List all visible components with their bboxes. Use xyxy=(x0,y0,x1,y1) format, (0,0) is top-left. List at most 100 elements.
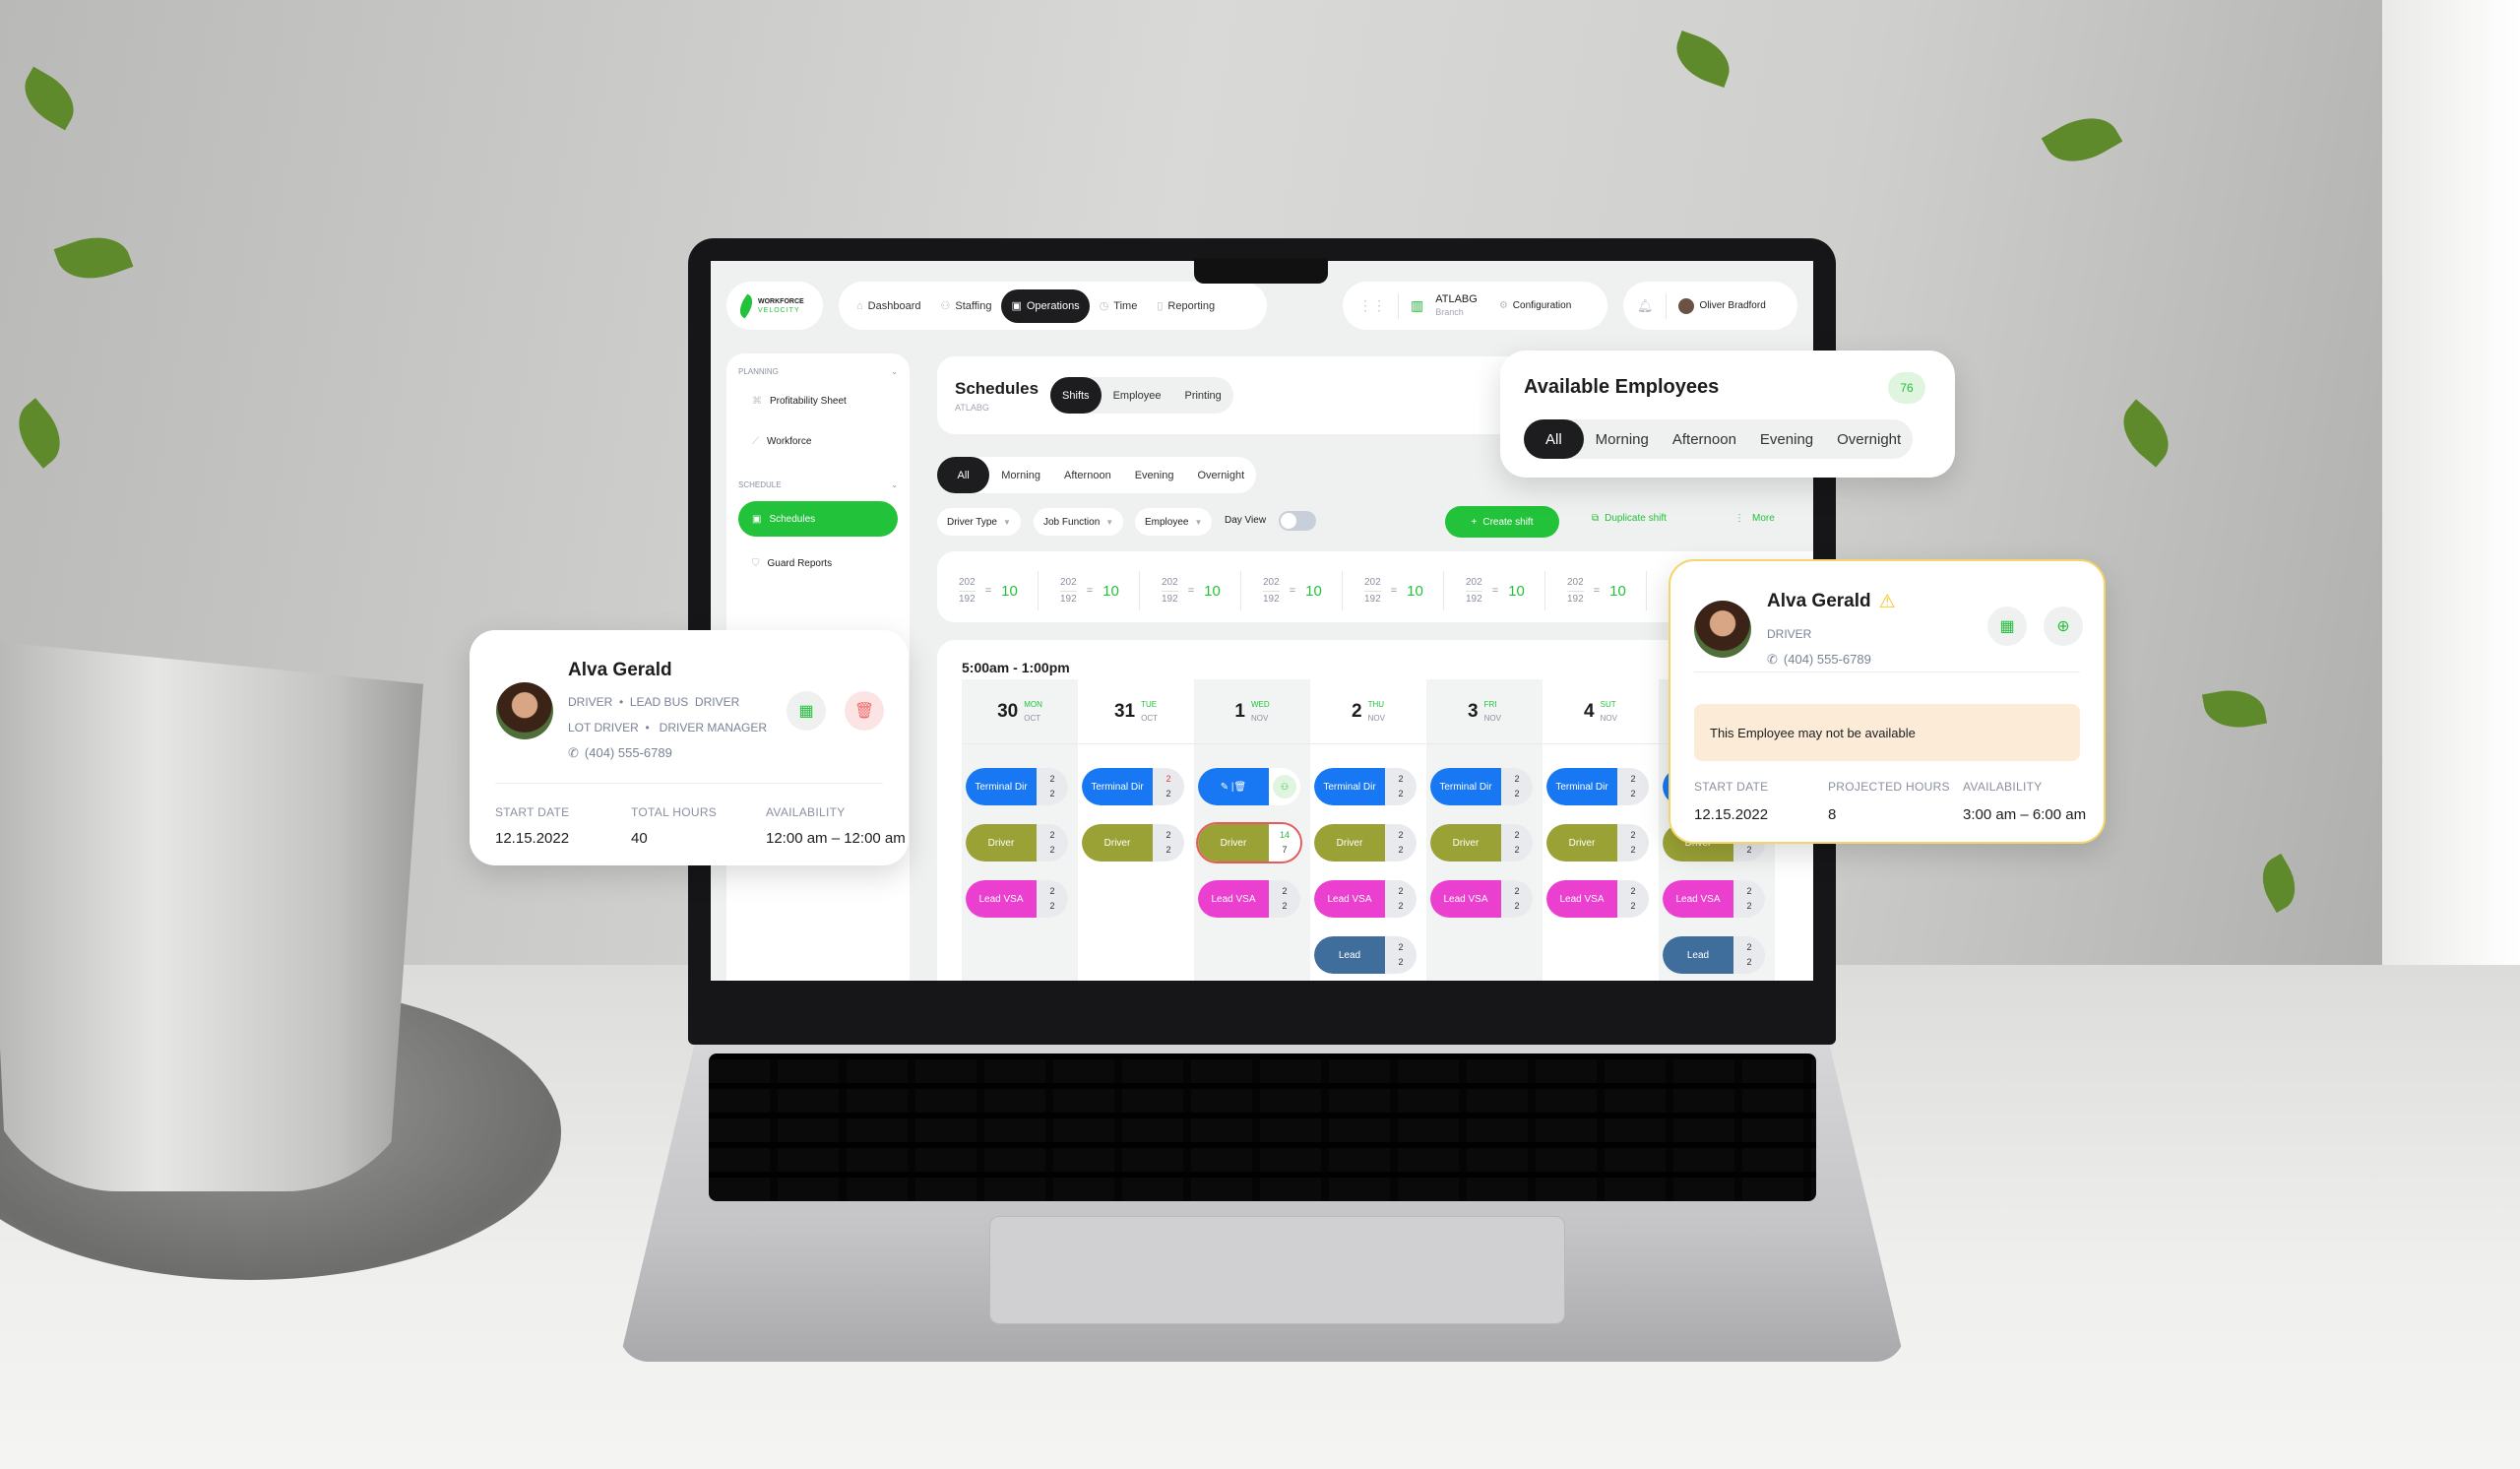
sidebar-item-schedules[interactable]: ▣ Schedules xyxy=(738,501,898,537)
shift-pill[interactable]: Driver22 xyxy=(1430,824,1533,862)
stat-denominator: 192 xyxy=(1567,593,1584,605)
employee-roles: LOT DRIVER • DRIVER MANAGER xyxy=(568,721,768,734)
planning-section-header[interactable]: PLANNING ⌄ xyxy=(738,367,898,376)
shift-count: 22 xyxy=(1385,768,1417,805)
filter-afternoon[interactable]: Afternoon xyxy=(1052,470,1123,481)
day-of-week: FRI xyxy=(1483,699,1497,709)
shift-count: 22 xyxy=(1153,768,1184,805)
shift-label: Lead xyxy=(1314,936,1385,974)
chevron-down-icon: ⌄ xyxy=(891,480,898,489)
duplicate-shift-button[interactable]: ⧉ Duplicate shift xyxy=(1592,513,1667,524)
needed-count: 2 xyxy=(1166,789,1171,798)
tab-employee[interactable]: Employee xyxy=(1102,390,1173,402)
shift-pill[interactable]: Terminal Dir22 xyxy=(966,768,1068,805)
shift-label: Driver xyxy=(966,824,1037,862)
nav-dashboard[interactable]: ⌂ Dashboard xyxy=(847,289,930,323)
shift-pill[interactable]: Lead VSA 2 2 xyxy=(1546,880,1649,918)
shift-count: 22 xyxy=(1037,880,1068,918)
apps-grid-icon[interactable]: ⋮⋮ xyxy=(1358,297,1386,314)
schedule-button[interactable]: ▦ xyxy=(1987,607,2027,646)
tab-printing[interactable]: Printing xyxy=(1172,390,1232,402)
shift-pill[interactable]: Driver22 xyxy=(1082,824,1184,862)
day-number: 31 xyxy=(1113,700,1136,722)
shift-label: Lead VSA xyxy=(1430,880,1501,918)
stat-result: 10 xyxy=(1001,582,1018,600)
shift-pill[interactable]: Lead VSA 2 2 xyxy=(1314,880,1417,918)
available-employees-card: Available Employees 76 All Morning Afterno… xyxy=(1500,351,1955,478)
page-title: Schedules xyxy=(955,378,1040,398)
filter-overnight[interactable]: Overnight xyxy=(1185,470,1256,481)
shift-label: Lead VSA xyxy=(966,880,1037,918)
filter-afternoon[interactable]: Afternoon xyxy=(1661,431,1748,448)
filter-overnight[interactable]: Overnight xyxy=(1825,431,1913,448)
driver-type-dropdown[interactable]: Driver Type ▼ xyxy=(937,508,1021,536)
stat-fraction: 202 192 xyxy=(1567,575,1584,607)
stat-fraction: 202 192 xyxy=(1364,575,1381,607)
day-month: NOV xyxy=(1483,713,1501,723)
equals-sign: = xyxy=(1491,585,1499,597)
assign-employee-button[interactable]: ⚇ xyxy=(1269,768,1300,805)
shift-pill[interactable]: Driver 14 7 xyxy=(1198,824,1300,862)
shift-count: 22 xyxy=(1037,824,1068,862)
nav-label: Time xyxy=(1113,299,1138,312)
trash-icon[interactable]: 🗑︎ xyxy=(1234,782,1247,793)
shift-label: Terminal Dir xyxy=(1546,768,1617,805)
shift-pill[interactable]: Lead VSA 2 2 xyxy=(1663,880,1765,918)
nav-operations[interactable]: ▣ Operations xyxy=(1001,288,1090,323)
filled-count: 2 xyxy=(1630,830,1636,840)
shift-label: Terminal Dir xyxy=(1082,768,1153,805)
shift-count: 22 xyxy=(1385,936,1417,974)
nav-staffing[interactable]: ⚇ Staffing xyxy=(930,289,1001,323)
filter-morning[interactable]: Morning xyxy=(1584,431,1661,448)
nav-reporting[interactable]: ▯ Reporting xyxy=(1147,289,1225,323)
tab-shifts[interactable]: Shifts xyxy=(1050,377,1102,414)
branch-selector[interactable]: ATLABG Branch xyxy=(1435,293,1478,319)
day-view-toggle[interactable] xyxy=(1279,511,1316,531)
add-button[interactable]: ⊕ xyxy=(2044,607,2083,646)
shift-pill[interactable]: Terminal Dir22 xyxy=(1430,768,1533,805)
shift-pill[interactable]: Lead 2 2 xyxy=(1314,936,1417,974)
shift-pill[interactable]: Lead VSA 2 2 xyxy=(966,880,1068,918)
shift-pill[interactable]: Lead VSA 2 2 xyxy=(1430,880,1533,918)
shift-pill[interactable]: Terminal Dir22 xyxy=(1546,768,1649,805)
configuration-link[interactable]: ⚙ Configuration xyxy=(1499,300,1571,311)
day-header: 3 FRI NOV xyxy=(1426,679,1543,744)
job-function-dropdown[interactable]: Job Function ▼ xyxy=(1034,508,1124,536)
copy-icon: ⧉ xyxy=(1592,513,1600,524)
nav-time[interactable]: ◷ Time xyxy=(1090,289,1148,323)
delete-button[interactable]: 🗑︎ xyxy=(845,691,884,731)
filter-all[interactable]: All xyxy=(1524,419,1584,459)
sidebar-item-guard-reports[interactable]: ⛉ Guard Reports xyxy=(738,537,898,569)
schedule-button[interactable]: ▦ xyxy=(787,691,826,731)
shift-pill[interactable]: Driver22 xyxy=(1314,824,1417,862)
filter-evening[interactable]: Evening xyxy=(1748,431,1825,448)
shift-pill[interactable]: ✎ | 🗑︎ ⚇ xyxy=(1198,768,1300,805)
time-range-label: 5:00am - 1:00pm xyxy=(962,660,1070,675)
employee-dropdown[interactable]: Employee ▼ xyxy=(1135,508,1213,536)
filter-morning[interactable]: Morning xyxy=(989,470,1052,481)
more-button[interactable]: ⋮ More xyxy=(1734,513,1775,524)
stat-cell: 202 192 = 10 xyxy=(1241,571,1343,610)
stat-fraction: 202 192 xyxy=(959,575,976,607)
user-menu[interactable]: Oliver Bradford xyxy=(1677,297,1766,314)
shift-pill[interactable]: Driver22 xyxy=(1546,824,1649,862)
laptop-trackpad xyxy=(989,1216,1565,1324)
filter-evening[interactable]: Evening xyxy=(1123,470,1186,481)
sidebar-item-workforce[interactable]: ⟋ Workforce xyxy=(738,407,898,447)
logo-leaf-icon xyxy=(734,293,758,318)
edit-icon[interactable]: ✎ | xyxy=(1221,782,1234,793)
shift-pill[interactable]: Lead 2 2 xyxy=(1663,936,1765,974)
needed-count: 2 xyxy=(1514,845,1520,855)
create-shift-button[interactable]: + Create shift xyxy=(1445,506,1559,538)
day-number: 30 xyxy=(997,700,1019,722)
shift-pill[interactable]: Terminal Dir22 xyxy=(1082,768,1184,805)
shift-pill[interactable]: Lead VSA 2 2 xyxy=(1198,880,1300,918)
shift-pill[interactable]: Terminal Dir22 xyxy=(1314,768,1417,805)
sidebar-item-profitability-sheet[interactable]: ⌘ Profitability Sheet xyxy=(738,376,898,407)
bell-icon[interactable]: 🔔︎ xyxy=(1637,298,1654,314)
day-number: 1 xyxy=(1234,700,1245,722)
schedules-header: Schedules ATLABG Shifts Employee Printin… xyxy=(937,356,1528,434)
filter-all[interactable]: All xyxy=(937,457,990,493)
shift-pill[interactable]: Driver22 xyxy=(966,824,1068,862)
schedule-section-header[interactable]: SCHEDULE ⌄ xyxy=(738,480,898,489)
